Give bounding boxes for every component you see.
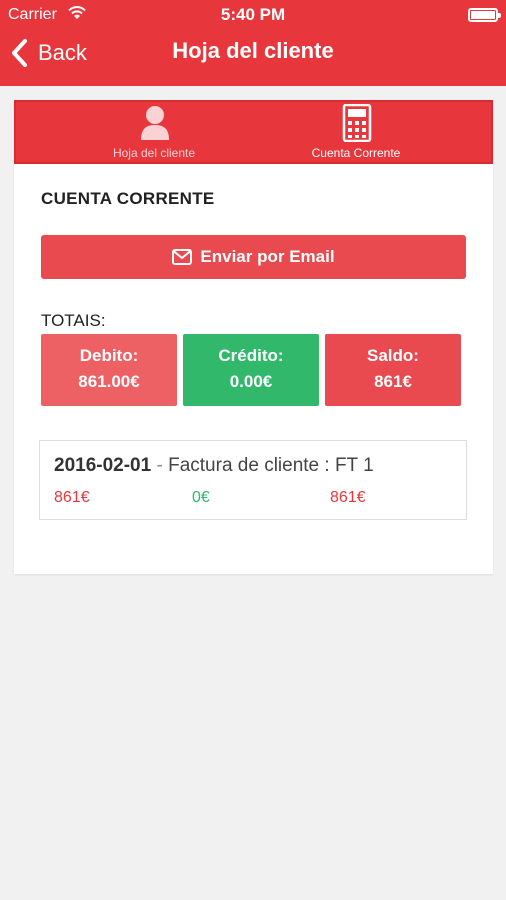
- entry-date: 2016-02-01: [54, 455, 152, 476]
- tab-cuenta-corrente[interactable]: Cuenta Corrente: [256, 102, 456, 164]
- total-debit: Debito: 861.00€: [41, 334, 177, 406]
- clock: 5:40 PM: [220, 5, 286, 24]
- entry-balance: 861€: [330, 489, 366, 506]
- battery-icon: [468, 8, 501, 22]
- entry-header: 2016-02-01 - Factura de cliente : FT 1: [54, 455, 374, 477]
- total-balance-label: Saldo:: [367, 346, 419, 365]
- send-email-button[interactable]: Enviar por Email: [41, 235, 466, 279]
- entry-description: Factura de cliente : FT 1: [168, 455, 374, 476]
- entry-debit: 861€: [54, 489, 90, 506]
- total-debit-label: Debito:: [79, 346, 139, 365]
- status-bar: Carrier 5:40 PM: [0, 0, 506, 30]
- total-credit: Crédito: 0.00€: [183, 334, 319, 406]
- totals-label: TOTAIS:: [41, 311, 106, 330]
- envelope-icon: [172, 249, 193, 265]
- section-title: CUENTA CORRENTE: [41, 189, 215, 208]
- total-balance: Saldo: 861€: [325, 334, 461, 406]
- total-credit-label: Crédito:: [218, 346, 284, 365]
- person-icon: [141, 106, 169, 140]
- total-debit-value: 861.00€: [78, 372, 140, 391]
- total-balance-value: 861€: [374, 372, 412, 391]
- calculator-icon: [342, 104, 372, 142]
- entry-separator: -: [151, 455, 169, 476]
- list-item[interactable]: 2016-02-01 - Factura de cliente : FT 1 8…: [39, 440, 467, 520]
- account-card: Hoja del cliente Cuenta Corrente CUENTA …: [14, 100, 493, 574]
- send-email-label: Enviar por Email: [200, 247, 335, 266]
- tab-label: Cuenta Corrente: [311, 146, 401, 160]
- total-credit-value: 0.00€: [229, 372, 273, 391]
- page-title: Hoja del cliente: [172, 38, 334, 63]
- tab-hoja-del-cliente[interactable]: Hoja del cliente: [54, 102, 254, 164]
- entry-credit: 0€: [192, 489, 210, 506]
- tab-bar: Hoja del cliente Cuenta Corrente: [14, 100, 493, 164]
- tab-label: Hoja del cliente: [112, 146, 196, 160]
- navigation-bar: Carrier 5:40 PM Back Hoja del cliente: [0, 0, 506, 86]
